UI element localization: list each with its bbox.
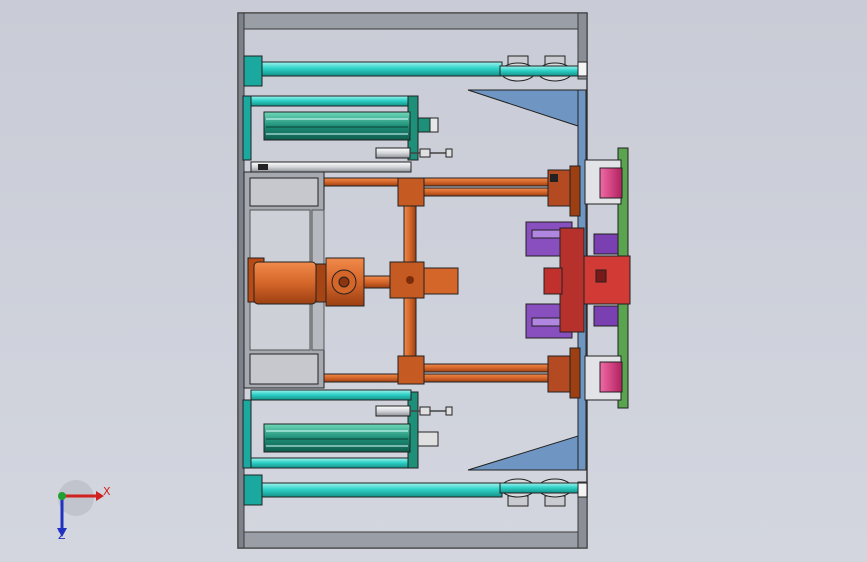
bottom-guide-rod <box>243 474 588 507</box>
bottom-roller-pair <box>499 478 588 507</box>
axis-x-label: X <box>103 485 111 498</box>
assembly-drawing <box>57 12 631 549</box>
upper-cylinder-assembly <box>242 95 453 173</box>
lower-cylinder-assembly <box>242 389 453 469</box>
main-push-cylinder <box>247 257 397 307</box>
cad-viewport[interactable]: X Z <box>0 0 867 562</box>
top-guide-rod <box>243 55 588 87</box>
top-roller-pair <box>499 55 588 82</box>
axis-z-label: Z <box>58 529 66 542</box>
